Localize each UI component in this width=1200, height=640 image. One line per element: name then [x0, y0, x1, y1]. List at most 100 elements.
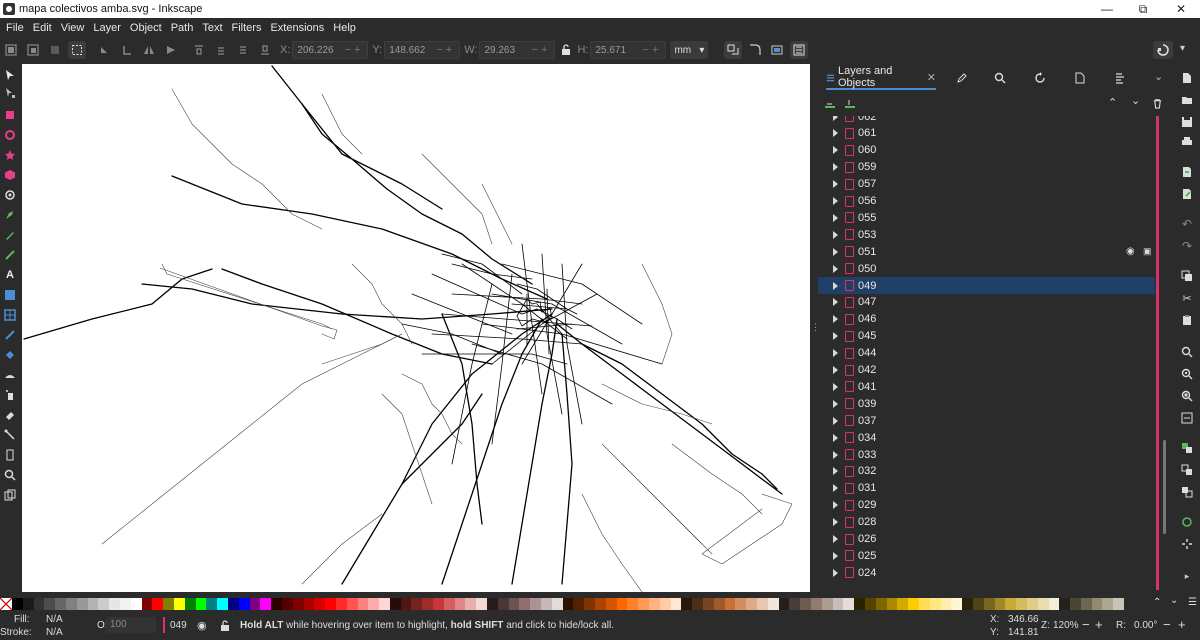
layer-row[interactable]: 060: [818, 142, 1155, 159]
color-swatch[interactable]: [184, 598, 196, 610]
color-swatch[interactable]: [400, 598, 412, 610]
layer-row[interactable]: 056: [818, 193, 1155, 210]
color-swatch[interactable]: [249, 598, 261, 610]
color-swatch[interactable]: [1059, 598, 1071, 610]
color-swatch[interactable]: [994, 598, 1006, 610]
color-swatch[interactable]: [627, 598, 639, 610]
layer-row[interactable]: 029: [818, 497, 1155, 514]
color-swatch[interactable]: [271, 598, 282, 610]
color-swatch[interactable]: [346, 598, 358, 610]
close-button[interactable]: ✕: [1162, 0, 1200, 18]
layer-row[interactable]: 055: [818, 209, 1155, 226]
expand-arrow-icon[interactable]: [833, 416, 838, 425]
zoom-page-icon[interactable]: [1181, 390, 1193, 402]
color-swatch[interactable]: [422, 598, 434, 610]
layer-row[interactable]: 034: [818, 429, 1155, 446]
open-file-icon[interactable]: [1181, 94, 1193, 106]
color-swatch[interactable]: [1037, 598, 1049, 610]
expand-arrow-icon[interactable]: [833, 315, 838, 324]
color-swatch[interactable]: [357, 598, 369, 610]
expand-arrow-icon[interactable]: [833, 450, 838, 459]
print-icon[interactable]: [1181, 136, 1193, 148]
panel-resize-handle[interactable]: ⋮: [811, 322, 820, 334]
rectangle-tool-icon[interactable]: [3, 108, 17, 122]
color-swatch[interactable]: [22, 598, 34, 610]
rotate-decrease-icon[interactable]: −: [1163, 617, 1171, 632]
layer-row[interactable]: 031: [818, 480, 1155, 497]
scale-stroke-icon[interactable]: [724, 41, 743, 59]
color-swatch[interactable]: [281, 598, 293, 610]
copy-icon[interactable]: [1181, 270, 1193, 282]
y-field[interactable]: 148.662 −+: [384, 41, 461, 59]
gradient-tool-icon[interactable]: [3, 288, 17, 302]
stroke-value[interactable]: N/A: [46, 627, 63, 638]
chevron-down-icon[interactable]: ⌄: [1154, 70, 1163, 83]
scrollbar-thumb[interactable]: [1163, 440, 1166, 534]
move-up-icon[interactable]: ⌃: [1108, 96, 1117, 109]
color-swatch[interactable]: [897, 598, 909, 610]
color-swatch[interactable]: [649, 598, 660, 610]
redo-icon[interactable]: ↷: [1181, 239, 1193, 253]
delete-icon[interactable]: [1152, 98, 1163, 109]
color-swatch[interactable]: [368, 598, 380, 610]
color-swatch[interactable]: [379, 598, 390, 610]
duplicate-icon[interactable]: [1181, 442, 1193, 454]
text-tool-icon[interactable]: A: [3, 268, 17, 282]
spray-tool-icon[interactable]: [3, 388, 17, 402]
layer-row[interactable]: 024: [818, 564, 1155, 581]
color-swatch[interactable]: [530, 598, 542, 610]
expand-arrow-icon[interactable]: [833, 213, 838, 222]
color-swatch[interactable]: [756, 598, 768, 610]
layer-row[interactable]: 028: [818, 514, 1155, 531]
current-layer-name[interactable]: 049: [170, 620, 187, 631]
color-swatch[interactable]: [724, 598, 736, 610]
color-swatch[interactable]: [854, 598, 865, 610]
layer-row[interactable]: 045: [818, 328, 1155, 345]
align-icon[interactable]: [1114, 72, 1126, 84]
lock-icon[interactable]: [220, 620, 230, 631]
close-tab-icon[interactable]: ✕: [927, 71, 936, 84]
color-swatch[interactable]: [508, 598, 520, 610]
touch-select-icon[interactable]: [68, 41, 86, 59]
h-field[interactable]: 25.671 −+: [590, 41, 667, 59]
palette-menu-icon[interactable]: ☰: [1188, 597, 1197, 608]
color-swatch[interactable]: [962, 598, 973, 610]
color-swatch[interactable]: [864, 598, 876, 610]
color-swatch[interactable]: [595, 598, 606, 610]
color-swatch[interactable]: [541, 598, 552, 610]
color-swatch[interactable]: [206, 598, 218, 610]
x-field[interactable]: 206.226 −+: [292, 41, 369, 59]
visibility-eye-icon[interactable]: ◉: [1126, 246, 1135, 257]
color-swatch[interactable]: [940, 598, 952, 610]
color-swatch[interactable]: [951, 598, 963, 610]
x-stepper[interactable]: −+: [345, 44, 364, 56]
color-swatch[interactable]: [1113, 598, 1125, 610]
layer-row[interactable]: 025: [818, 547, 1155, 564]
layer-row[interactable]: 061: [818, 125, 1155, 142]
color-swatch[interactable]: [821, 598, 833, 610]
layer-list-scrollbar[interactable]: [1162, 116, 1168, 590]
calligraphy-tool-icon[interactable]: [3, 248, 17, 262]
menu-text[interactable]: Text: [198, 22, 226, 34]
color-swatch[interactable]: [217, 598, 228, 610]
layer-row[interactable]: 057: [818, 176, 1155, 193]
add-layer-icon[interactable]: [824, 98, 836, 110]
expand-arrow-icon[interactable]: [833, 180, 838, 189]
layer-row[interactable]: 046: [818, 311, 1155, 328]
color-swatch[interactable]: [141, 598, 153, 610]
color-swatch[interactable]: [670, 598, 682, 610]
menu-extensions[interactable]: Extensions: [266, 22, 328, 34]
expand-arrow-icon[interactable]: [833, 332, 838, 341]
flip-vertical-icon[interactable]: [162, 41, 180, 59]
drawing-canvas[interactable]: [22, 64, 810, 592]
layer-row[interactable]: 059: [818, 159, 1155, 176]
color-swatch[interactable]: [303, 598, 315, 610]
new-file-icon[interactable]: [1181, 72, 1193, 84]
tweak-tool-icon[interactable]: [3, 368, 17, 382]
layer-row[interactable]: 053: [818, 226, 1155, 243]
expand-arrow-icon[interactable]: [833, 298, 838, 307]
pen-tool-icon[interactable]: [3, 208, 17, 222]
maximize-button[interactable]: ⧉: [1124, 0, 1162, 18]
color-swatch[interactable]: [875, 598, 887, 610]
ellipse-tool-icon[interactable]: [3, 128, 17, 142]
